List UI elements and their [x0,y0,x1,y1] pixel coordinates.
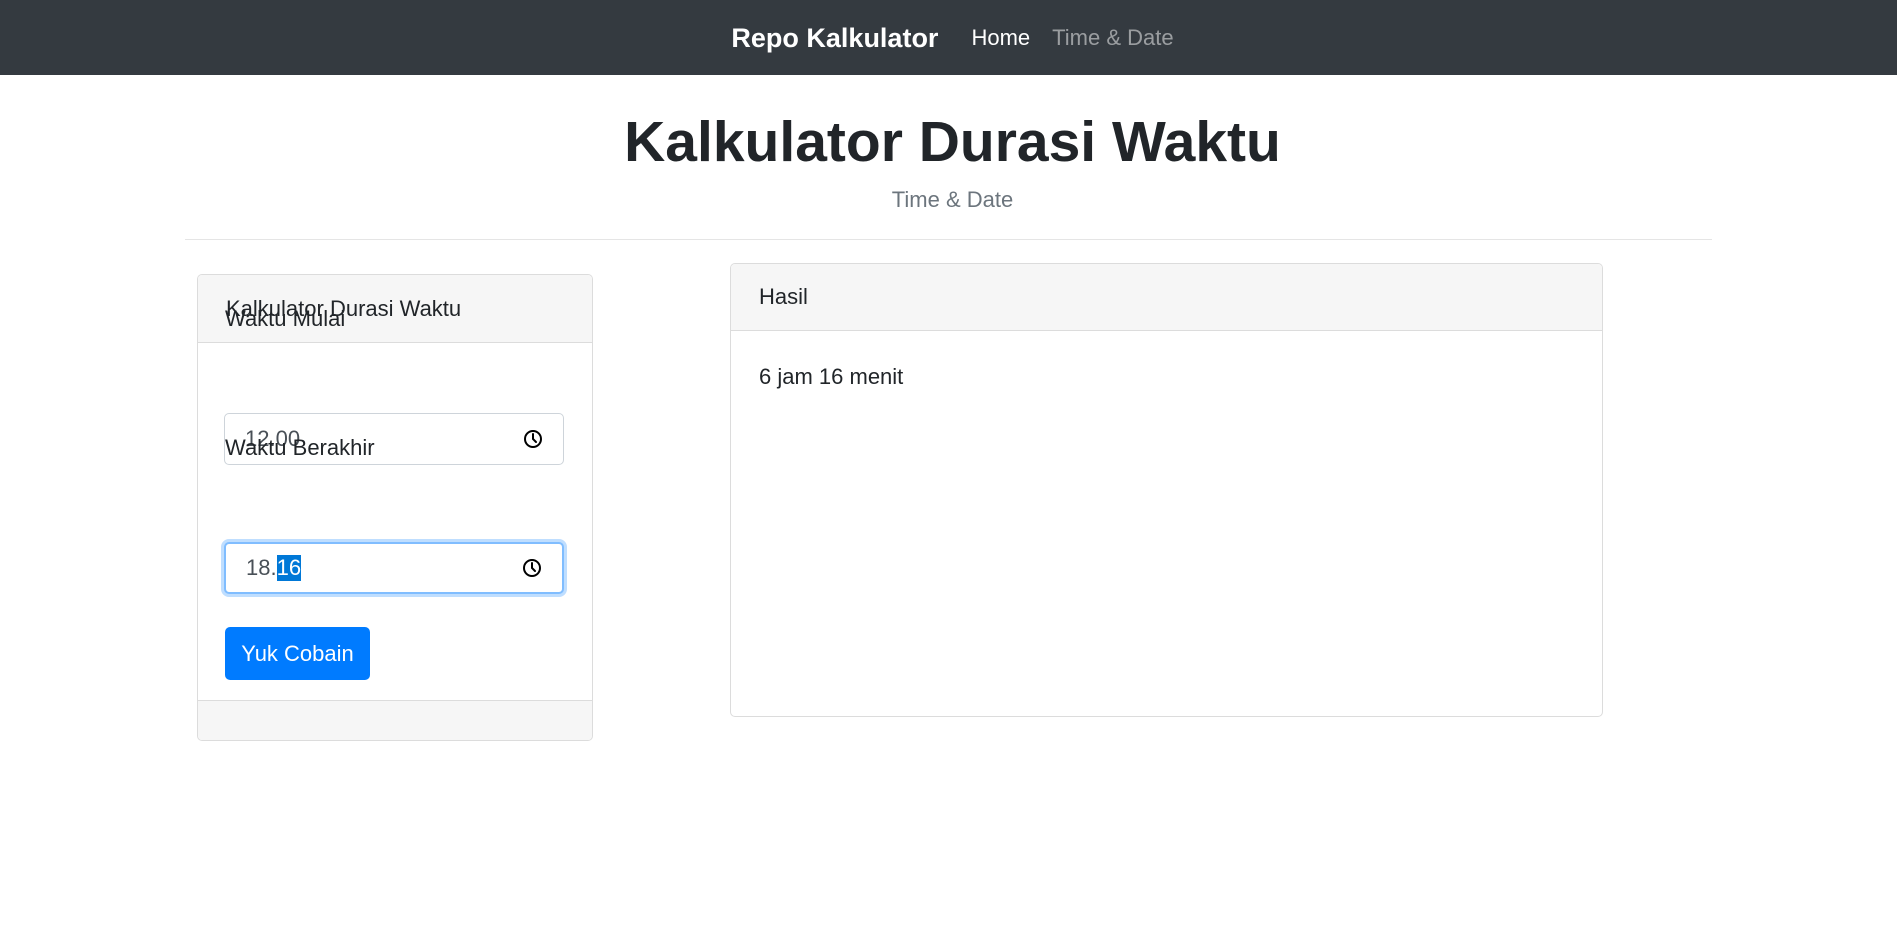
end-time-minute-selected: 16 [276,555,302,581]
nav-link-home[interactable]: Home [971,25,1030,51]
page-header: Kalkulator Durasi Waktu Time & Date [0,75,1897,213]
calculate-button[interactable]: Yuk Cobain [225,627,370,680]
calculator-card-footer [198,700,592,740]
page-title: Kalkulator Durasi Waktu [624,110,1281,174]
result-card-header: Hasil [731,264,1602,331]
nav-link-time-date[interactable]: Time & Date [1052,25,1173,51]
result-card: Hasil 6 jam 16 menit [730,263,1603,717]
end-time-label: Waktu Berakhir [225,435,375,460]
end-time-input[interactable]: 18. 16 [224,542,564,594]
result-text: 6 jam 16 menit [759,364,904,389]
end-time-hour: 18. [246,555,277,580]
start-time-label: Waktu Mulai [225,306,346,331]
navbar: Repo Kalkulator Home Time & Date [0,0,1897,75]
page-subtitle: Time & Date [891,186,1014,212]
clock-icon[interactable] [523,429,543,449]
header-divider [185,239,1712,240]
clock-icon[interactable] [522,558,542,578]
brand-logo[interactable]: Repo Kalkulator [731,23,938,54]
